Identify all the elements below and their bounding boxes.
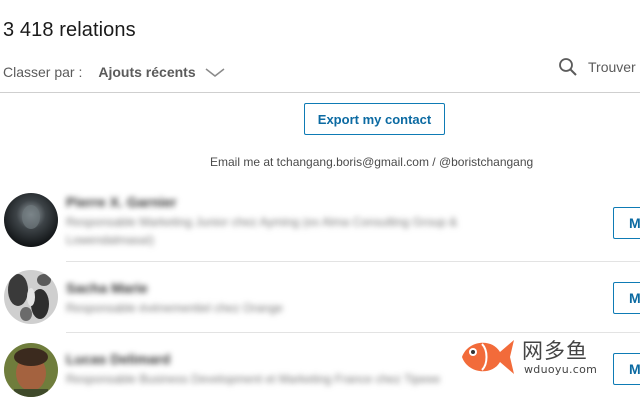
export-contact-button[interactable]: Export my contact [304,103,445,135]
chevron-down-icon[interactable] [204,65,226,79]
sort-selected-value[interactable]: Ajouts récents [98,64,195,80]
message-button[interactable]: M [613,353,640,385]
search-area[interactable] [558,56,640,78]
message-button[interactable]: M [613,282,640,314]
connection-headline: Responsable événementiel chez Orange [66,301,283,315]
watermark-url: wduoyu.com [524,363,598,376]
sort-control[interactable]: Classer par : Ajouts récents [3,62,226,82]
connection-count-title: 3 418 relations [3,19,136,41]
avatar[interactable] [4,343,58,397]
connections-page: 3 418 relations Classer par : Ajouts réc… [0,0,640,400]
avatar[interactable] [4,193,58,247]
watermark: 网多鱼 wduoyu.com [458,330,603,384]
avatar[interactable] [4,270,58,324]
row-divider [66,261,640,262]
connection-name[interactable]: Sacha Marie [66,280,148,296]
connection-headline: Responsable Marketing Junior chez Ayming… [66,215,458,247]
sort-label: Classer par : [3,64,83,80]
fish-logo-icon [462,340,514,374]
connection-name[interactable]: Lucas Delimard [66,351,170,367]
watermark-brand: 网多鱼 [522,339,588,363]
header-divider [0,92,640,93]
contact-info-text: Email me at tchangang.boris@gmail.com / … [210,155,534,169]
search-icon[interactable] [558,57,578,77]
message-button[interactable]: M [613,207,640,239]
search-input[interactable] [588,59,640,75]
connection-name[interactable]: Pierre X. Garnier [66,194,177,210]
